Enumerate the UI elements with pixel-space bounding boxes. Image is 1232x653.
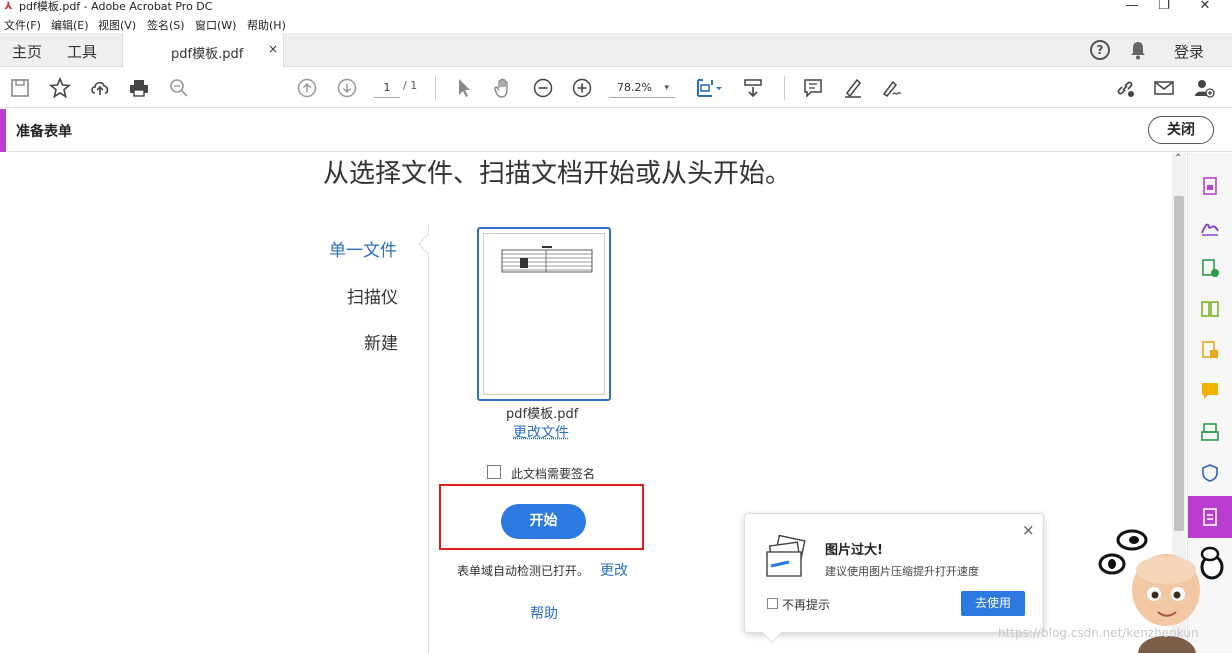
export-pdf-icon[interactable] [1199,175,1221,197]
popup-message: 建议使用图片压缩提升打开速度 [825,563,979,579]
page-total: / 1 [403,79,417,92]
menu-help[interactable]: 帮助(H) [247,17,286,33]
dont-show-again-checkbox[interactable] [767,598,778,609]
login-button[interactable]: 登录 [1174,41,1204,62]
tool-accent-bar [0,109,6,152]
requires-signature-label: 此文档需要签名 [511,465,595,482]
menu-sign[interactable]: 签名(S) [147,17,185,33]
toolbar: 1 / 1 78.2% ▾ [0,68,1232,108]
zoom-level-value: 78.2% [617,81,652,94]
menu-edit[interactable]: 编辑(E) [51,17,89,33]
print-icon[interactable] [127,76,151,100]
zoom-out-icon[interactable] [531,76,555,100]
option-scanner[interactable]: 扫描仪 [347,283,398,308]
close-window-button[interactable]: ✕ [1190,0,1220,14]
option-single-file[interactable]: 单一文件 [329,236,397,261]
help-link[interactable]: 帮助 [530,603,558,623]
hand-tool-icon[interactable] [491,76,515,100]
share-link-icon[interactable] [1113,76,1137,100]
scroll-mode-icon[interactable] [741,76,765,100]
highlight-pen-icon[interactable] [841,76,865,100]
thumbnail-table-preview [484,234,606,396]
image-files-icon [763,532,813,582]
selection-notch [418,234,438,254]
watermark-url: https://blog.csdn.net/kenzhenkun [998,626,1199,640]
toolbar-divider [435,76,436,100]
change-file-link[interactable]: 更改文件 [513,422,569,442]
dont-show-again-label: 不再提示 [782,596,830,613]
tab-close-icon[interactable]: × [268,42,278,56]
auto-detect-status: 表单域自动检测已打开。 [457,562,589,579]
bookmark-star-icon[interactable] [48,76,72,100]
previous-page-icon[interactable] [295,76,319,100]
window-title: pdf模板.pdf - Adobe Acrobat Pro DC [19,0,212,13]
restore-button[interactable]: ❐ [1149,0,1179,14]
edit-pdf-icon[interactable] [1199,339,1221,361]
zoom-search-icon[interactable] [167,76,191,100]
select-cursor-icon[interactable] [452,76,476,100]
scan-ocr-icon[interactable] [1199,421,1221,443]
menu-window[interactable]: 窗口(W) [195,17,236,33]
menu-bar: 文件(F) 编辑(E) 视图(V) 签名(S) 窗口(W) 帮助(H) [0,15,1232,33]
close-tool-button[interactable]: 关闭 [1148,116,1214,144]
popup-close-icon[interactable]: × [1022,521,1035,539]
scrollbar-thumb[interactable] [1174,196,1184,531]
tab-tools[interactable]: 工具 [67,41,97,62]
requires-signature-checkbox[interactable] [487,465,501,479]
tab-document-label: pdf模板.pdf [171,43,243,62]
zoom-dropdown-icon: ▾ [664,78,669,98]
upload-cloud-icon[interactable] [88,76,112,100]
comment-tool-icon[interactable] [1199,380,1221,402]
tab-bar: 主页 工具 pdf模板.pdf × ? 登录 [0,33,1232,67]
tab-home[interactable]: 主页 [12,41,42,62]
file-thumbnail[interactable] [477,227,611,401]
comment-icon[interactable] [801,76,825,100]
scroll-up-icon[interactable]: ⌃ [1174,153,1182,164]
notification-bell-icon[interactable] [1129,40,1147,60]
page-heading: 从选择文件、扫描文档开始或从头开始。 [323,153,791,190]
add-user-icon[interactable] [1192,76,1216,100]
menu-view[interactable]: 视图(V) [98,17,136,33]
zoom-in-icon[interactable] [570,76,594,100]
go-use-button[interactable]: 去使用 [961,591,1025,616]
menu-file[interactable]: 文件(F) [4,17,41,33]
create-pdf-icon[interactable] [1199,257,1221,279]
sign-pen-icon[interactable] [880,76,904,100]
option-new[interactable]: 新建 [364,329,398,354]
start-button[interactable]: 开始 [501,504,586,539]
tool-header-bar: 准备表单 关闭 [0,109,1232,152]
next-page-icon[interactable] [335,76,359,100]
toolbar-divider [784,76,785,100]
panel-divider [428,225,429,653]
protect-shield-icon[interactable] [1199,462,1221,484]
minimize-button[interactable]: — [1117,0,1147,14]
zoom-level-select[interactable]: 78.2% ▾ [609,78,675,98]
image-too-large-popup: 图片过大! 建议使用图片压缩提升打开速度 × 不再提示 去使用 [744,513,1044,633]
thumbnail-page [483,233,605,395]
organize-pages-icon[interactable] [1199,298,1221,320]
fill-sign-icon[interactable] [1199,216,1221,238]
page-fit-icon[interactable] [694,76,724,100]
email-icon[interactable] [1152,76,1176,100]
tool-title: 准备表单 [16,121,72,141]
help-icon[interactable]: ? [1090,40,1110,60]
file-name: pdf模板.pdf [506,403,578,422]
window-titlebar: ⅄ pdf模板.pdf - Adobe Acrobat Pro DC — ❐ ✕ [0,0,1232,14]
auto-detect-change-link[interactable]: 更改 [600,560,628,580]
popup-title: 图片过大! [825,539,883,558]
acrobat-pdf-icon: ⅄ [3,1,14,13]
save-icon[interactable] [8,76,32,100]
page-number-input[interactable]: 1 [374,78,400,98]
tab-document[interactable]: pdf模板.pdf × [122,33,284,67]
